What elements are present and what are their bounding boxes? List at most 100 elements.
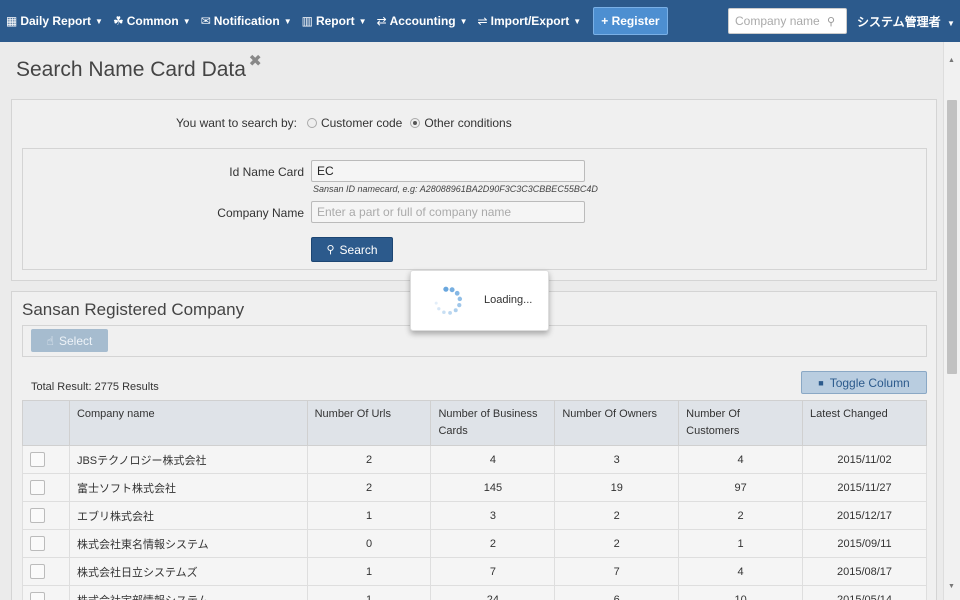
row-checkbox[interactable]: [30, 480, 45, 495]
nav-menu: ▦ Daily Report ▼ ☘ Common ▼ ✉ Notification ▼ ▥ Rep…: [6, 14, 591, 28]
nav-item-label: Report: [315, 14, 355, 28]
nav-item-label: Common: [126, 14, 179, 28]
scroll-thumb[interactable]: [947, 100, 957, 374]
search-icon[interactable]: ⚲: [827, 15, 835, 28]
nav-item-accounting[interactable]: ⇄ Accounting ▼: [377, 14, 468, 28]
nav-item-label: Accounting: [389, 14, 456, 28]
id-name-card-input[interactable]: [311, 160, 585, 182]
columns-icon: ■: [818, 377, 824, 388]
row-checkbox-cell: [22, 501, 70, 530]
row-checkbox[interactable]: [30, 452, 45, 467]
owners-cell: 2: [554, 529, 680, 558]
row-checkbox-cell: [22, 473, 70, 502]
row-checkbox-cell: [22, 557, 70, 586]
table-body: JBSテクノロジー株式会社 2 4 3 4 2015/11/02 富士ソフト株式会社 2 145…: [22, 445, 927, 600]
latest-changed-cell: 2015/05/14: [802, 585, 927, 600]
id-name-card-label: Id Name Card: [229, 165, 304, 179]
row-checkbox[interactable]: [30, 592, 45, 600]
spinner-dot: [457, 296, 463, 302]
latest-changed-cell: 2015/12/17: [802, 501, 927, 530]
table-row[interactable]: エブリ株式会社 1 3 2 2 2015/12/17: [22, 501, 927, 530]
table-row[interactable]: 富士ソフト株式会社 2 145 19 97 2015/11/27: [22, 473, 927, 502]
cards-cell: 24: [430, 585, 556, 600]
nav-item-label: Import/Export: [490, 14, 570, 28]
nav-item-import-export[interactable]: ⇌ Import/Export ▼: [478, 14, 582, 28]
search-icon: ⚲: [326, 244, 335, 256]
company-name-cell: 株式会社東名情報システム: [68, 529, 308, 558]
row-checkbox[interactable]: [30, 564, 45, 579]
page-title-text: Search Name Card Data: [16, 58, 246, 81]
register-button[interactable]: + Register: [593, 7, 668, 35]
cards-cell: 3: [430, 501, 556, 530]
plus-icon: +: [601, 14, 609, 28]
toggle-column-button[interactable]: ■ Toggle Column: [801, 371, 927, 394]
nav-item-notification[interactable]: ✉ Notification ▼: [201, 14, 292, 28]
search-button[interactable]: ⚲ Search: [311, 237, 393, 262]
table-header-row: Company name Number Of Urls Number of Bu…: [22, 400, 927, 446]
nav-item-report[interactable]: ▥ Report ▼: [302, 14, 367, 28]
search-by-label: You want to search by:: [176, 116, 297, 130]
spinner-dot: [453, 308, 458, 313]
table-row[interactable]: 株式会社日立システムズ 1 7 7 4 2015/08/17: [22, 557, 927, 586]
caret-down-icon: ▼: [182, 16, 191, 26]
spinner-dot: [443, 286, 449, 292]
scroll-up-icon[interactable]: ▲: [948, 57, 955, 64]
caret-down-icon: ▼: [283, 16, 292, 26]
loading-dialog: Loading...: [410, 270, 549, 331]
select-button[interactable]: ☝ Select: [31, 329, 108, 352]
radio-customer-code[interactable]: [306, 118, 317, 128]
urls-cell: 2: [306, 445, 432, 474]
owners-cell: 2: [554, 501, 680, 530]
user-menu[interactable]: システム管理者 ▼: [857, 13, 955, 30]
table-row[interactable]: 株式会社宇部情報システム1246102015/05/14: [22, 585, 927, 600]
column-header-cards[interactable]: Number of Business Cards: [430, 400, 556, 446]
cards-cell: 4: [430, 445, 556, 474]
column-header-customers[interactable]: Number Of Customers: [678, 400, 804, 446]
row-checkbox[interactable]: [30, 508, 45, 523]
nav-item-label: Daily Report: [20, 14, 92, 28]
company-name-cell: 株式会社日立システムズ: [68, 557, 308, 586]
search-by-group: You want to search by: Customer code Oth…: [176, 116, 512, 130]
row-checkbox[interactable]: [30, 536, 45, 551]
spinner-dot: [449, 287, 455, 293]
urls-cell: 1: [306, 501, 432, 530]
bar-chart-icon: ▥: [301, 14, 313, 28]
scroll-down-icon[interactable]: ▼: [948, 583, 955, 590]
column-header-urls[interactable]: Number Of Urls: [306, 400, 432, 446]
urls-cell: 0: [306, 529, 432, 558]
user-name: システム管理者: [857, 15, 941, 29]
nav-item-common[interactable]: ☘ Common ▼: [113, 14, 191, 28]
table-row[interactable]: 株式会社東名情報システム 0 2 2 1 2015/09/11: [22, 529, 927, 558]
table-row[interactable]: JBSテクノロジー株式会社 2 4 3 4 2015/11/02: [22, 445, 927, 474]
envelope-icon: ✉: [200, 14, 211, 28]
spinner-icon: [434, 286, 463, 315]
column-header-company[interactable]: Company name: [68, 400, 308, 446]
id-name-card-hint: Sansan ID namecard, e.g: A28088961BA2D90…: [313, 184, 598, 194]
close-icon[interactable]: ✖: [249, 51, 262, 71]
radio-other-conditions[interactable]: [410, 118, 421, 128]
company-name-cell: 富士ソフト株式会社: [68, 473, 308, 502]
spinner-dot: [457, 302, 462, 308]
latest-changed-cell: 2015/09/11: [802, 529, 927, 558]
column-header-latest-changed[interactable]: Latest Changed: [802, 400, 927, 446]
customers-cell: 2: [678, 501, 804, 530]
loading-text: Loading...: [484, 294, 533, 306]
nav-item-label: Notification: [213, 14, 280, 28]
company-search-input[interactable]: [735, 14, 827, 28]
spinner-dot: [442, 310, 446, 315]
exchange-icon: ⇄: [376, 14, 387, 28]
company-name-input[interactable]: [311, 201, 585, 223]
company-search-box: ⚲: [728, 8, 847, 34]
radio-other-conditions-label[interactable]: Other conditions: [424, 116, 511, 130]
hand-pointer-icon: ☝: [46, 333, 54, 348]
results-table: Company name Number Of Urls Number of Bu…: [22, 400, 927, 600]
nav-item-daily-report[interactable]: ▦ Daily Report ▼: [6, 14, 103, 28]
page-title: Search Name Card Data ✖: [16, 53, 262, 82]
owners-cell: 3: [554, 445, 680, 474]
urls-cell: 2: [306, 473, 432, 502]
latest-changed-cell: 2015/11/02: [802, 445, 927, 474]
row-checkbox-cell: [22, 585, 70, 600]
radio-customer-code-label[interactable]: Customer code: [321, 116, 402, 130]
column-header-owners[interactable]: Number Of Owners: [554, 400, 680, 446]
page-scrollbar[interactable]: ▲ ▼: [943, 42, 960, 600]
